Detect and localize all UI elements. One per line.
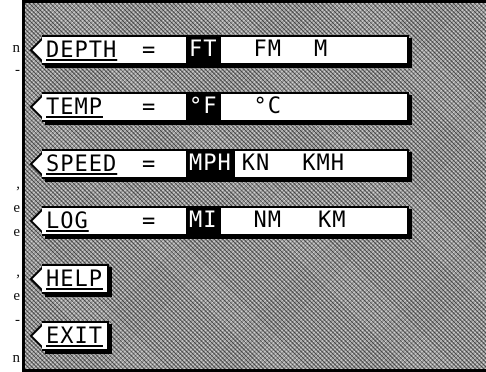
- log-bar[interactable]: LOG = MI NM KM: [42, 206, 409, 236]
- temp-label: TEMP: [46, 94, 103, 120]
- speed-option-kn[interactable]: KN: [239, 151, 274, 177]
- speed-option-kmh[interactable]: KMH: [299, 151, 348, 177]
- depth-option-fm[interactable]: FM: [251, 37, 286, 63]
- depth-bar[interactable]: DEPTH = FT FM M: [42, 35, 409, 65]
- depth-option-m[interactable]: M: [311, 37, 331, 63]
- exit-label: EXIT: [46, 323, 103, 349]
- log-label: LOG: [46, 208, 89, 234]
- page-edge-text: n - , e e , e - n: [0, 0, 22, 372]
- depth-label: DEPTH: [46, 37, 118, 63]
- depth-option-ft[interactable]: FT: [186, 37, 221, 63]
- equals-sign: =: [142, 208, 157, 234]
- help-label: HELP: [46, 266, 103, 292]
- edge-char: n: [12, 350, 21, 366]
- menu-item-help[interactable]: HELP: [29, 263, 109, 295]
- temp-bar[interactable]: TEMP = °F °C: [42, 92, 409, 122]
- edge-char: e: [13, 224, 20, 240]
- selector-arrow-icon: [29, 91, 44, 123]
- edge-char: -: [15, 312, 20, 328]
- menu-item-log[interactable]: LOG = MI NM KM: [29, 205, 409, 237]
- menu-item-speed[interactable]: SPEED = MPH KN KMH: [29, 148, 409, 180]
- speed-option-mph[interactable]: MPH: [186, 151, 235, 177]
- log-option-km[interactable]: KM: [315, 208, 350, 234]
- edge-char: e: [13, 200, 20, 216]
- speed-label: SPEED: [46, 151, 118, 177]
- menu-item-depth[interactable]: DEPTH = FT FM M: [29, 34, 409, 66]
- selector-arrow-icon: [29, 205, 44, 237]
- selector-arrow-icon: [29, 34, 44, 66]
- edge-char: ,: [16, 176, 20, 192]
- speed-bar[interactable]: SPEED = MPH KN KMH: [42, 149, 409, 179]
- equals-sign: =: [142, 151, 157, 177]
- help-button[interactable]: HELP: [42, 264, 109, 294]
- edge-char: ,: [16, 264, 20, 280]
- temp-option-fahrenheit[interactable]: °F: [186, 94, 221, 120]
- exit-button[interactable]: EXIT: [42, 321, 109, 351]
- menu-item-exit[interactable]: EXIT: [29, 320, 109, 352]
- temp-option-celsius[interactable]: °C: [251, 94, 286, 120]
- selector-arrow-icon: [29, 320, 44, 352]
- edge-char: e: [13, 288, 20, 304]
- units-menu-screen: DEPTH = FT FM M TEMP = °F °C SPEED = MPH…: [22, 0, 486, 372]
- menu-item-temp[interactable]: TEMP = °F °C: [29, 91, 409, 123]
- log-option-mi[interactable]: MI: [186, 208, 221, 234]
- equals-sign: =: [142, 94, 157, 120]
- equals-sign: =: [142, 37, 157, 63]
- edge-char: n: [12, 40, 21, 56]
- selector-arrow-icon: [29, 263, 44, 295]
- log-option-nm[interactable]: NM: [251, 208, 286, 234]
- selector-arrow-icon: [29, 148, 44, 180]
- edge-char: -: [15, 62, 20, 78]
